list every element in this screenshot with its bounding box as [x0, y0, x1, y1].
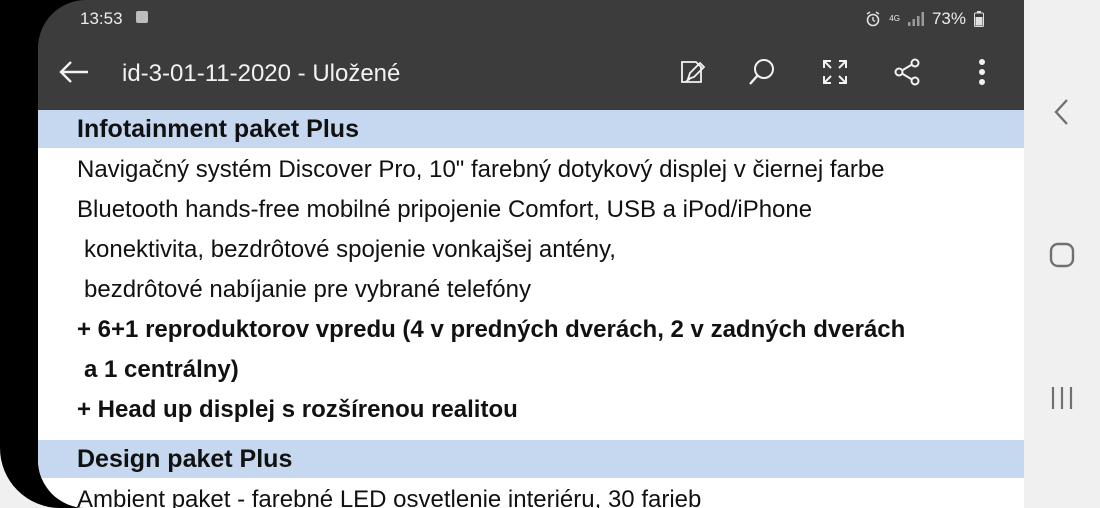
battery-percent: 73% [931, 9, 966, 28]
edit-button[interactable] [674, 56, 710, 92]
alarm-icon [865, 11, 881, 27]
share-button[interactable] [889, 56, 925, 92]
notification-icon [136, 11, 148, 23]
nav-recents-button[interactable] [1044, 382, 1080, 418]
phone-frame: 13:53 4G 73% id-3-01-11-2020 - Uložené I… [0, 0, 1024, 508]
edit-icon [677, 57, 707, 92]
nav-home-button[interactable] [1044, 239, 1080, 275]
document-title: id-3-01-11-2020 - Uložené [122, 60, 401, 87]
toolbar: id-3-01-11-2020 - Uložené [38, 38, 1024, 110]
text-line: Ambient paket - farebné LED osvetlenie i… [77, 486, 702, 508]
app-window: 13:53 4G 73% id-3-01-11-2020 - Uložené I… [38, 0, 1024, 508]
section-header-infotainment: Infotainment paket Plus [38, 110, 1024, 148]
document-content[interactable]: Infotainment paket Plus Navigačný systém… [38, 110, 1024, 508]
status-time: 13:53 [80, 9, 123, 28]
more-vert-icon [977, 57, 987, 92]
text-line: + 6+1 reproduktorov vpredu (4 v predných… [77, 316, 906, 343]
signal-icon [907, 12, 924, 26]
text-line: Navigačný systém Discover Pro, 10" fareb… [77, 156, 885, 183]
text-line: konektivita, bezdrôtové spojenie vonkajš… [84, 236, 616, 263]
fullscreen-icon [820, 57, 850, 92]
status-bar: 13:53 4G 73% [38, 0, 1024, 38]
network-label: 4G [889, 14, 900, 23]
nav-home-icon [1048, 241, 1076, 274]
search-icon [747, 57, 777, 92]
search-button[interactable] [744, 56, 780, 92]
text-line: Bluetooth hands-free mobilné pripojenie … [77, 196, 813, 223]
battery-icon [974, 11, 984, 27]
text-line: bezdrôtové nabíjanie pre vybrané telefón… [84, 276, 531, 303]
share-icon [892, 57, 922, 92]
nav-back-button[interactable] [1044, 96, 1080, 132]
nav-recents-icon [1049, 385, 1075, 416]
back-button[interactable] [54, 58, 94, 90]
text-line: + Head up displej s rozšírenou realitou [77, 396, 518, 423]
nav-back-icon [1052, 98, 1072, 131]
text-line: a 1 centrálny) [84, 356, 239, 383]
status-indicators: 4G 73% [865, 9, 984, 29]
section-header-design: Design paket Plus [38, 440, 1024, 478]
fullscreen-button[interactable] [817, 56, 853, 92]
system-nav-bar [1024, 0, 1100, 508]
back-arrow-icon [58, 60, 90, 89]
more-options-button[interactable] [964, 56, 1000, 92]
